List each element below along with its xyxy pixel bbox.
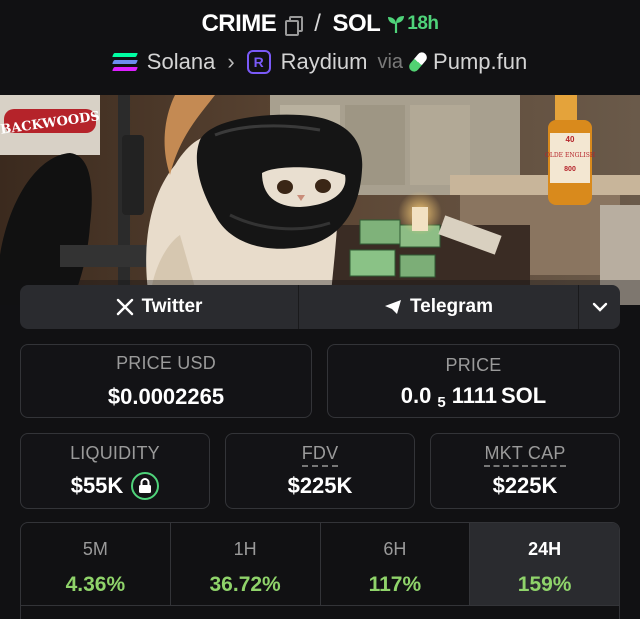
market-cap-label[interactable]: MKT CAP (484, 443, 566, 467)
change-value: 159% (517, 573, 572, 596)
liquidity-value-row: $55K (71, 472, 160, 500)
bottle-label-brand: OLDE ENGLISH (545, 152, 595, 159)
price-usd-value: $0.0002265 (107, 384, 225, 409)
twitter-label: Twitter (141, 296, 203, 317)
tab-24h[interactable]: 24H 159% (470, 523, 619, 605)
price-digits: 1111 (451, 383, 497, 408)
market-cap-card: MKT CAP $225K (430, 433, 620, 509)
lock-icon[interactable] (131, 472, 160, 500)
tab-6h[interactable]: 6H 117% (321, 523, 471, 605)
more-links-dropdown[interactable] (579, 285, 620, 329)
price-native-value: 0.0 5 1111 SOL (400, 383, 547, 411)
pair-age: 18h (388, 13, 439, 35)
price-unit: SOL (501, 383, 547, 408)
telegram-icon (384, 300, 401, 314)
period-label: 5M (82, 539, 108, 559)
pair-separator: / (314, 10, 321, 37)
tab-5m[interactable]: 5M 4.36% (21, 523, 171, 605)
fdv-label[interactable]: FDV (301, 443, 339, 467)
raydium-icon: R (246, 50, 271, 74)
bottle-label-num: 800 (564, 166, 576, 173)
twitter-button[interactable]: Twitter (20, 285, 299, 329)
price-usd-label: PRICE USD (116, 353, 216, 373)
price-label: PRICE (445, 355, 502, 375)
launchpad-link[interactable]: Pump.fun (433, 49, 527, 75)
lock-glyph (139, 478, 152, 493)
tab-1h[interactable]: 1H 36.72% (171, 523, 321, 605)
pair-header: CRIME / SOL 18h Solana › R Raydium via P… (0, 0, 640, 95)
pair-title: CRIME / SOL 18h (0, 10, 640, 38)
price-change-tabs: 5M 4.36% 1H 36.72% 6H 117% 24H 159% (20, 522, 620, 606)
solana-icon (111, 53, 138, 71)
telegram-label: Telegram (409, 296, 494, 317)
price-usd-card: PRICE USD $0.0002265 (20, 344, 312, 418)
period-label: 1H (233, 539, 257, 559)
stats-panel-continuation (20, 606, 620, 619)
age-value: 18h (407, 13, 439, 34)
fdv-value: $225K (287, 473, 353, 498)
change-value: 4.36% (65, 573, 126, 596)
liquidity-label: LIQUIDITY (70, 443, 160, 463)
bottle-label-top: 40 (566, 135, 575, 144)
x-logo-icon (116, 298, 133, 316)
dex-link[interactable]: Raydium (281, 49, 368, 75)
chevron-down-icon (592, 302, 607, 312)
liquidity-card: LIQUIDITY $55K (20, 433, 210, 509)
chain-link[interactable]: Solana (147, 49, 216, 75)
price-native-card: PRICE 0.0 5 1111 SOL (327, 344, 620, 418)
period-label: 6H (383, 539, 407, 559)
fdv-card: FDV $225K (225, 433, 415, 509)
token-banner-image: BACKWOODS 40 OLDE ENGLISH 800 (0, 95, 640, 305)
period-label: 24H (528, 539, 562, 559)
quote-symbol: SOL (332, 10, 381, 37)
token-symbol: CRIME (201, 10, 277, 37)
chain-dex-row: Solana › R Raydium via Pump.fun (0, 49, 640, 75)
telegram-button[interactable]: Telegram (299, 285, 579, 329)
seedling-icon (388, 16, 405, 33)
market-cap-value: $225K (492, 473, 558, 498)
pill-icon (407, 50, 429, 74)
price-zero-count: 5 (437, 393, 446, 411)
copy-icon[interactable] (284, 15, 304, 36)
banner-illustration: BACKWOODS 40 OLDE ENGLISH 800 (0, 95, 640, 305)
via-text: via (377, 50, 404, 73)
chevron-right-icon: › (227, 49, 235, 74)
change-value: 117% (368, 573, 422, 596)
price-prefix: 0.0 (400, 383, 432, 408)
liquidity-value: $55K (70, 473, 124, 498)
change-value: 36.72% (209, 573, 281, 596)
social-links-bar: Twitter Telegram (20, 285, 620, 329)
